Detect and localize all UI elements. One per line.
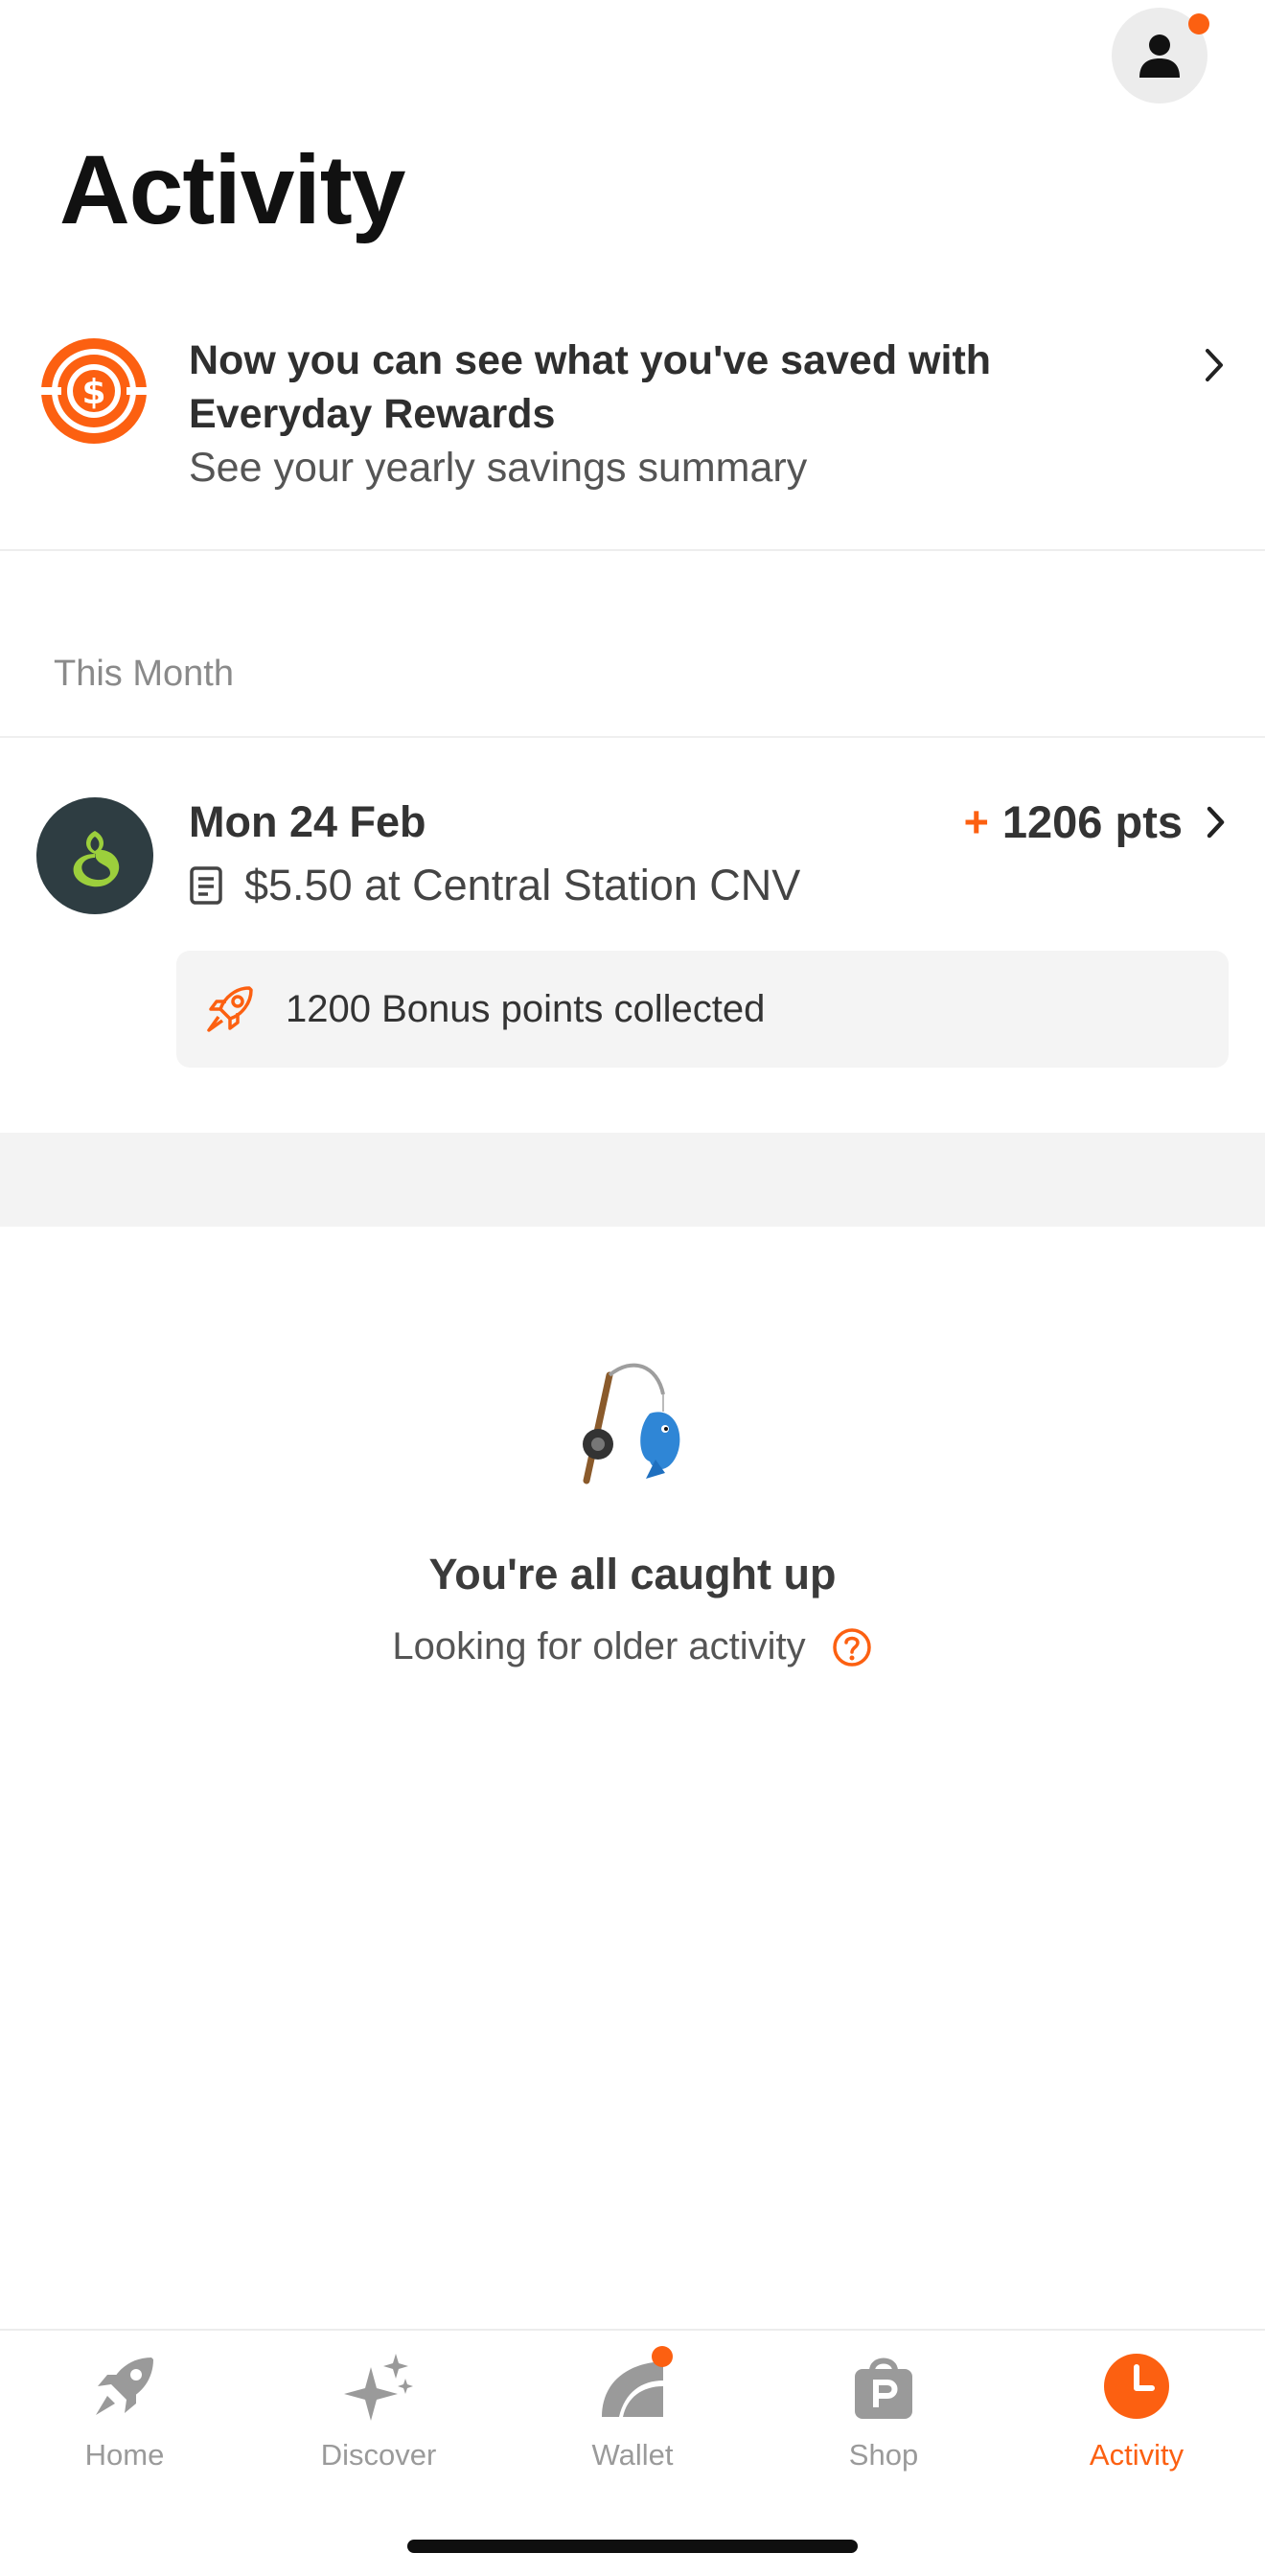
notification-dot xyxy=(1188,13,1209,34)
chevron-right-icon xyxy=(1206,349,1223,381)
promo-title: Now you can see what you've saved with E… xyxy=(189,337,992,437)
promo-subtitle: See your yearly savings summary xyxy=(189,445,808,491)
transaction-row[interactable]: Mon 24 Feb + 1206 pts $5.50 at Central S… xyxy=(0,738,1265,1133)
tab-wallet[interactable]: Wallet xyxy=(537,2346,728,2494)
help-icon[interactable] xyxy=(831,1626,873,1668)
sparkles-icon xyxy=(344,2354,413,2421)
wallet-icon-wrap xyxy=(596,2346,673,2423)
section-label: This Month xyxy=(54,654,234,694)
page-title: Activity xyxy=(59,135,405,244)
savings-summary-banner[interactable]: $ Now you can see what you've saved with… xyxy=(0,316,1265,551)
points-value: 1206 pts xyxy=(1001,796,1183,847)
woolworths-logo-mark xyxy=(73,831,120,887)
tab-label: Wallet xyxy=(591,2438,674,2472)
transaction-detail: $5.50 at Central Station CNV xyxy=(189,861,800,910)
bonus-points-box: 1200 Bonus points collected xyxy=(176,951,1229,1068)
older-activity-row[interactable]: Looking for older activity xyxy=(0,1625,1265,1668)
dollar-coin-icon: $ xyxy=(40,338,148,444)
tab-label: Shop xyxy=(848,2438,919,2472)
profile-button[interactable] xyxy=(1112,8,1209,104)
clock-icon xyxy=(1104,2354,1169,2419)
points-earned: + 1206 pts xyxy=(964,795,1229,848)
older-activity-text: Looking for older activity xyxy=(392,1625,806,1668)
tab-activity[interactable]: Activity xyxy=(1041,2350,1232,2494)
home-indicator[interactable] xyxy=(407,2540,858,2553)
svg-text:$: $ xyxy=(81,373,105,412)
tab-label: Activity xyxy=(1089,2438,1184,2472)
rocket-icon xyxy=(96,2358,153,2415)
tab-shop[interactable]: Shop xyxy=(788,2350,979,2494)
bonus-points-text: 1200 Bonus points collected xyxy=(286,987,766,1030)
fishing-rod-icon xyxy=(583,1363,680,1484)
receipt-icon xyxy=(190,866,222,905)
shopping-bag-icon xyxy=(855,2358,912,2419)
caught-up-title: You're all caught up xyxy=(428,1550,837,1598)
tab-label: Home xyxy=(84,2438,165,2472)
plus-sign: + xyxy=(963,796,989,846)
divider-band xyxy=(0,1133,1265,1227)
tab-label: Discover xyxy=(320,2438,437,2472)
person-icon xyxy=(1139,34,1180,78)
transaction-date: Mon 24 Feb xyxy=(189,797,426,846)
transaction-amount: $5.50 at Central Station CNV xyxy=(244,861,801,909)
activity-screen: Activity $ Now you can see what you've s… xyxy=(0,0,1265,2576)
woolworths-logo xyxy=(36,797,153,914)
wallet-badge xyxy=(652,2346,673,2367)
chevron-right-icon xyxy=(1207,806,1225,838)
tab-discover[interactable]: Discover xyxy=(283,2350,474,2494)
rocket-icon xyxy=(207,986,253,1032)
tab-home[interactable]: Home xyxy=(29,2350,220,2494)
